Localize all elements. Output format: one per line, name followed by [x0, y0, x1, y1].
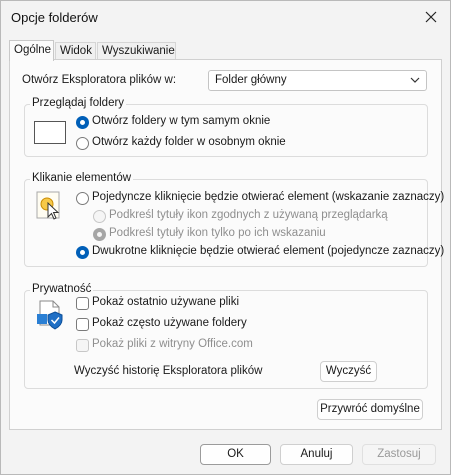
- underline-hover-label: Podkreśl tytuły ikon tylko po ich wskaza…: [109, 227, 326, 239]
- radio-separate-window[interactable]: [76, 137, 89, 150]
- separate-window-label: Otwórz każdy folder w osobnym oknie: [92, 136, 286, 148]
- clear-history-label: Wyczyść historię Eksploratora plików: [74, 365, 263, 377]
- underline-browser-label: Podkreśl tytuły ikon zgodnych z używaną …: [109, 209, 388, 221]
- tab-general[interactable]: Ogólne: [9, 40, 54, 61]
- open-explorer-label: Otwórz Eksploratora plików w:: [22, 74, 177, 86]
- click-cursor-icon: [36, 191, 60, 220]
- general-tab-panel: Otwórz Eksploratora plików w: Folder głó…: [9, 59, 445, 430]
- tab-search[interactable]: Wyszukiwanie: [97, 42, 176, 59]
- open-explorer-select[interactable]: Folder główny: [208, 70, 427, 91]
- radio-underline-browser[interactable]: [93, 210, 106, 223]
- cancel-button[interactable]: Anuluj: [280, 444, 353, 465]
- radio-double-click[interactable]: [76, 246, 89, 259]
- recent-files-label: Pokaż ostatnio używane pliki: [92, 296, 240, 308]
- browse-folders-title: Przeglądaj foldery: [30, 97, 127, 109]
- frequent-folders-label: Pokaż często używane foldery: [92, 317, 247, 329]
- single-click-label: Pojedyncze kliknięcie będzie otwierać el…: [92, 191, 445, 203]
- same-window-label: Otwórz foldery w tym samym oknie: [92, 115, 271, 127]
- radio-single-click[interactable]: [76, 192, 89, 205]
- window-icon: [34, 121, 66, 144]
- window-title: Opcje folderów: [11, 10, 98, 25]
- double-click-label: Dwukrotne kliknięcie będzie otwierać ele…: [92, 245, 445, 257]
- chevron-down-icon: [410, 77, 420, 83]
- ok-button[interactable]: OK: [200, 444, 271, 465]
- apply-button[interactable]: Zastosuj: [362, 444, 436, 465]
- checkbox-frequent-folders[interactable]: [76, 318, 89, 331]
- radio-underline-hover[interactable]: [93, 228, 106, 241]
- tab-view[interactable]: Widok: [55, 42, 96, 59]
- folder-options-dialog: Opcje folderów Ogólne Widok Wyszukiwanie…: [0, 0, 451, 475]
- close-icon: [425, 11, 437, 23]
- clear-history-button[interactable]: Wyczyść: [320, 361, 377, 382]
- close-button[interactable]: [416, 3, 446, 31]
- open-explorer-value: Folder główny: [215, 74, 287, 86]
- click-items-title: Klikanie elementów: [30, 172, 134, 184]
- radio-same-window[interactable]: [76, 116, 89, 129]
- checkbox-office-files[interactable]: [76, 339, 89, 352]
- office-files-label: Pokaż pliki z witryny Office.com: [92, 338, 253, 350]
- privacy-document-icon: [37, 300, 63, 330]
- title-bar: Opcje folderów: [1, 1, 450, 35]
- privacy-title: Prywatność: [30, 283, 94, 295]
- restore-defaults-button[interactable]: Przywróć domyślne: [317, 399, 423, 420]
- checkbox-recent-files[interactable]: [76, 297, 89, 310]
